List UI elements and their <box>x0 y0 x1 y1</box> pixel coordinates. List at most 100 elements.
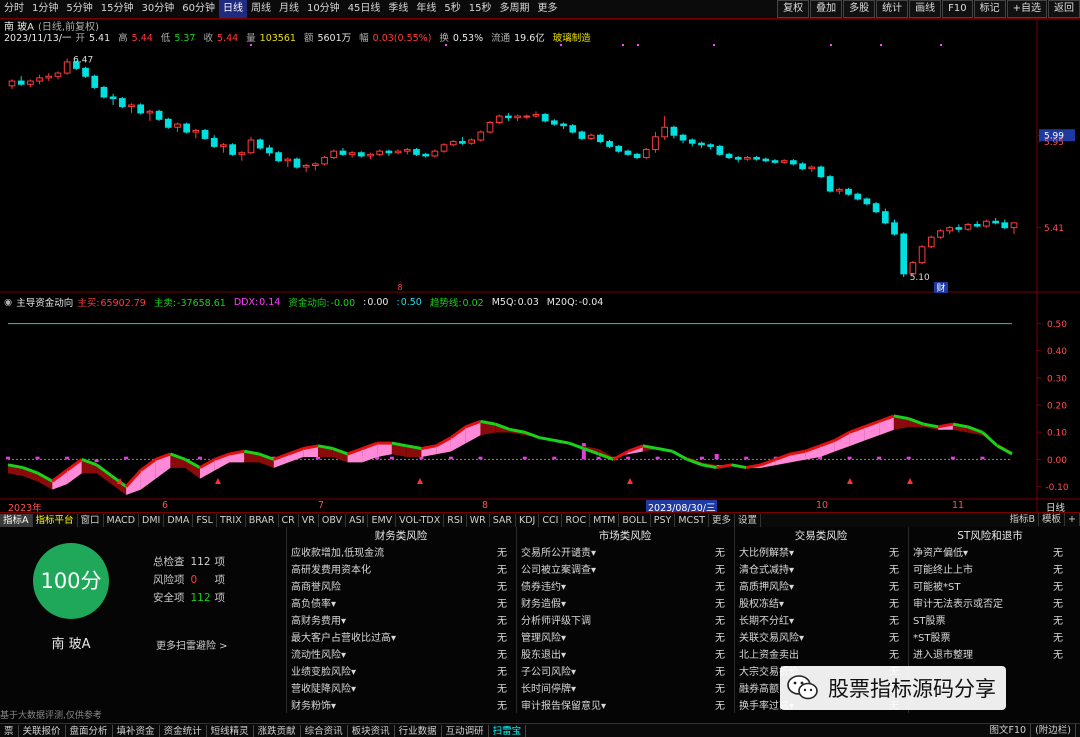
risk-item[interactable]: 长期不分红▾ 无 <box>735 613 907 630</box>
indicator-tab[interactable]: BRAR <box>246 513 279 527</box>
risk-item-label: 长期不分红▾ <box>739 616 795 627</box>
risk-item[interactable]: 净资产偏低▾ 无 <box>909 545 1071 562</box>
event-marker[interactable]: 财 <box>936 282 945 294</box>
risk-item[interactable]: 股东退出▾ 无 <box>517 647 733 664</box>
bottom-tab[interactable]: 盘面分析 <box>66 724 113 737</box>
risk-item[interactable]: 长时间停牌▾ 无 <box>517 681 733 698</box>
risk-item[interactable]: ST股票 无 <box>909 613 1071 630</box>
indicator-tab[interactable]: EMV <box>368 513 397 527</box>
risk-item[interactable]: 高商誉风险 无 <box>287 579 515 596</box>
indicator-tab[interactable]: MACD <box>104 513 140 527</box>
indicator-tab[interactable]: BOLL <box>619 513 651 527</box>
risk-item[interactable]: *ST股票 无 <box>909 630 1071 647</box>
risk-item[interactable]: 大比例解禁▾ 无 <box>735 545 907 562</box>
bottom-tab[interactable]: 综合资讯 <box>301 724 348 737</box>
indicator-tab[interactable]: 设置 <box>735 513 762 527</box>
bottom-tab[interactable]: 短线精灵 <box>207 724 254 737</box>
indicator-settings-icon[interactable]: ◉ <box>4 297 12 308</box>
indicator-tab[interactable]: OBV <box>319 513 347 527</box>
risk-item[interactable]: 审计无法表示或否定 无 <box>909 596 1071 613</box>
risk-item-value: 无 <box>497 684 507 695</box>
risk-item[interactable]: 高质押风险▾ 无 <box>735 579 907 596</box>
more-scan-link[interactable]: 更多扫雷避险 > <box>156 637 228 652</box>
indicator-tab-right[interactable]: 指标B <box>1006 513 1040 526</box>
date-axis-label: 7 <box>318 500 325 511</box>
indicator-tab[interactable]: 窗口 <box>78 513 104 527</box>
ddx-bar <box>478 456 483 460</box>
indicator-tab[interactable]: ROC <box>562 513 591 527</box>
risk-item[interactable]: 关联交易风险▾ 无 <box>735 630 907 647</box>
bottom-tab[interactable]: 涨跌贡献 <box>254 724 301 737</box>
indicator-tab[interactable]: 指标A <box>0 513 33 527</box>
risk-item-value: 无 <box>889 565 899 576</box>
risk-item[interactable]: 流动性风险▾ 无 <box>287 647 515 664</box>
high-marker: 6.47 <box>73 56 93 66</box>
risk-item[interactable]: 可能被*ST 无 <box>909 579 1071 596</box>
bottom-tab[interactable]: 关联报价 <box>19 724 66 737</box>
indicator-tab[interactable]: 更多 <box>709 513 736 527</box>
risk-item[interactable]: 审计报告保留意见▾ 无 <box>517 698 733 715</box>
indicator-tab-right[interactable]: + <box>1065 513 1080 526</box>
risk-item[interactable]: 股权冻结▾ 无 <box>735 596 907 613</box>
risk-item[interactable]: 财务造假▾ 无 <box>517 596 733 613</box>
risk-item-value: 无 <box>715 667 725 678</box>
indicator-legend-item: :0.50 <box>396 297 425 308</box>
indicator-tab[interactable]: ASI <box>346 513 369 527</box>
risk-item[interactable]: 管理风险▾ 无 <box>517 630 733 647</box>
bottom-tab[interactable]: 填补资金 <box>113 724 160 737</box>
ddx-bar <box>581 443 586 460</box>
risk-item[interactable]: 北上资金卖出 无 <box>735 647 907 664</box>
bottom-tab[interactable]: 扫雷宝 <box>489 724 527 737</box>
risk-item[interactable]: 进入退市整理 无 <box>909 647 1071 664</box>
risk-item[interactable]: 清仓式减持▾ 无 <box>735 562 907 579</box>
indicator-tab[interactable]: TRIX <box>217 513 246 527</box>
indicator-tab[interactable]: MTM <box>590 513 620 527</box>
risk-item[interactable]: 高财务费用▾ 无 <box>287 613 515 630</box>
indicator-tab[interactable]: MCST <box>675 513 710 527</box>
risk-item[interactable]: 业绩变脸风险▾ 无 <box>287 664 515 681</box>
signal-marker: 8 <box>397 283 402 292</box>
risk-item[interactable]: 分析师评级下调 无 <box>517 613 733 630</box>
bottom-tab[interactable]: 资金统计 <box>160 724 207 737</box>
candle-body <box>302 165 310 168</box>
indicator-legend-item: M20Q:-0.04 <box>547 297 608 308</box>
indicator-tab[interactable]: FSL <box>193 513 217 527</box>
indicator-tab[interactable]: WR <box>467 513 490 527</box>
indicator-tab[interactable]: VOL-TDX <box>396 513 445 527</box>
score-badge: 100分 <box>33 543 109 619</box>
risk-item[interactable]: 最大客户占营收比过高▾ 无 <box>287 630 515 647</box>
chart-area[interactable]: 5.995.955.416.475.10财80.500.400.300.200.… <box>0 0 1080 515</box>
indicator-tab[interactable]: DMA <box>164 513 194 527</box>
indicator-tab[interactable]: SAR <box>490 513 517 527</box>
risk-item[interactable]: 高研发费用资本化 无 <box>287 562 515 579</box>
risk-item-label: 可能被*ST <box>913 582 961 593</box>
risk-item[interactable]: 交易所公开谴责▾ 无 <box>517 545 733 562</box>
bottom-tab-right[interactable]: 图文F10 <box>986 724 1032 737</box>
risk-item[interactable]: 子公司风险▾ 无 <box>517 664 733 681</box>
risk-item[interactable]: 财务粉饰▾ 无 <box>287 698 515 715</box>
risk-item[interactable]: 债券违约▾ 无 <box>517 579 733 596</box>
indicator-tab[interactable]: CR <box>279 513 299 527</box>
indicator-tab[interactable]: 指标平台 <box>33 513 78 527</box>
indicator-tab[interactable]: DMI <box>139 513 165 527</box>
bottom-tab[interactable]: 互动调研 <box>442 724 489 737</box>
indicator-tab[interactable]: KDJ <box>516 513 540 527</box>
indicator-tab[interactable]: CCI <box>539 513 563 527</box>
bottom-tab-right[interactable]: (附边栏) <box>1031 724 1076 737</box>
indicator-tab[interactable]: VR <box>299 513 319 527</box>
risk-item[interactable]: 可能终止上市 无 <box>909 562 1071 579</box>
bottom-tab[interactable]: 行业数据 <box>395 724 442 737</box>
risk-item[interactable]: 营收陡降风险▾ 无 <box>287 681 515 698</box>
bottom-tab[interactable]: 板块资讯 <box>348 724 395 737</box>
risk-item-value: 无 <box>889 548 899 559</box>
candle-body <box>449 141 457 146</box>
event-dot <box>713 44 715 46</box>
indicator-tab[interactable]: RSI <box>444 513 467 527</box>
indicator-tab-right[interactable]: 模板 <box>1039 513 1066 526</box>
risk-item[interactable]: 高负债率▾ 无 <box>287 596 515 613</box>
bottom-tab[interactable]: 票 <box>0 724 19 737</box>
risk-item[interactable]: 应收款增加,低现金流 无 <box>287 545 515 562</box>
indicator-tab[interactable]: PSY <box>651 513 676 527</box>
candle-body <box>817 166 825 178</box>
risk-item[interactable]: 公司被立案调查▾ 无 <box>517 562 733 579</box>
